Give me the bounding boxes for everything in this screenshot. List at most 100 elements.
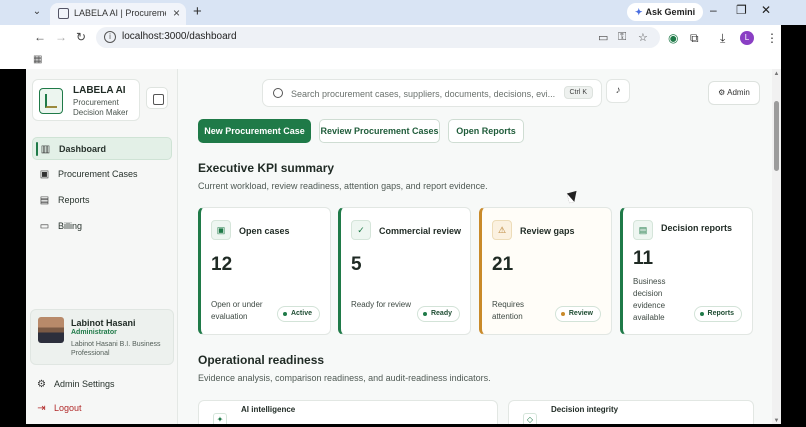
restore-icon[interactable]: ❐ [736, 3, 747, 17]
minimize-icon[interactable]: – [710, 3, 717, 17]
back-icon[interactable]: ← [34, 30, 46, 44]
ops-card-title: AI intelligence [241, 405, 296, 414]
sidebar-item-procurement-cases[interactable]: ▣ Procurement Cases [32, 163, 172, 186]
microphone-icon[interactable]: ♪ [606, 79, 630, 103]
close-window-icon[interactable]: ✕ [761, 3, 771, 17]
sidebar-item-reports[interactable]: ▤ Reports [32, 189, 172, 212]
kpi-card-review-gaps[interactable]: ⚠ Review gaps 21 Requires attention Revi… [479, 207, 612, 335]
document-icon: ▤ [633, 220, 653, 240]
ops-card-ai-intelligence[interactable]: ✦ AI intelligence [198, 400, 498, 424]
bookmarks-bar: ▦ [0, 50, 781, 69]
user-card[interactable]: Labinot Hasani Administrator Labinot Has… [30, 309, 174, 365]
kpi-value: 5 [351, 254, 362, 275]
gear-icon: ⚙ [37, 379, 46, 390]
browser-menu-icon[interactable]: ⋮ [766, 31, 778, 45]
kpi-card-decision-reports[interactable]: ▤ Decision reports 11 Business decision … [620, 207, 753, 335]
open-reports-button[interactable]: Open Reports [448, 119, 524, 143]
tab-close-icon[interactable]: × [173, 6, 180, 20]
kpi-description: Ready for review [351, 300, 412, 309]
search-shortcut-badge: Ctrl K [563, 86, 593, 99]
logout-icon: ⇥ [37, 403, 46, 414]
status-badge: Review [554, 306, 601, 322]
kpi-card-open-cases[interactable]: ▣ Open cases 12 Open or under evaluation… [198, 207, 331, 335]
scroll-up-icon[interactable]: ▲ [772, 71, 781, 77]
warning-icon: ⚠ [492, 220, 512, 240]
kpi-card-commercial-review[interactable]: ✓ Commercial review 5 Ready for review R… [338, 207, 471, 335]
scroll-thumb[interactable] [774, 101, 779, 171]
status-badge: Ready [416, 306, 460, 322]
ops-section-title: Operational readiness [198, 353, 325, 367]
bookmark-star-icon[interactable]: ☆ [638, 31, 648, 44]
status-badge: Reports [693, 306, 742, 322]
ops-card-decision-integrity[interactable]: ◇ Decision integrity [508, 400, 754, 424]
credit-card-icon: ▭ [39, 221, 50, 232]
kpi-section-title: Executive KPI summary [198, 161, 335, 175]
ask-gemini-button[interactable]: ✦ Ask Gemini [627, 3, 704, 21]
sidebar-item-label: Billing [58, 221, 83, 231]
kpi-value: 12 [211, 254, 233, 275]
sidebar-collapse-icon[interactable] [146, 87, 168, 109]
briefcase-icon: ▣ [39, 169, 50, 180]
search-input[interactable]: Search procurement cases, suppliers, doc… [262, 79, 602, 107]
browser-tab[interactable]: LABELA AI | Procurement Decis × [50, 3, 186, 25]
sidebar-item-billing[interactable]: ▭ Billing [32, 215, 172, 238]
sidebar-item-label: Procurement Cases [58, 169, 138, 179]
url-text[interactable]: localhost:3000/dashboard [122, 31, 237, 42]
gear-icon: ⚙ [718, 88, 728, 97]
kpi-description: Requires attention [492, 300, 525, 321]
brand-name: LABELA AI [73, 85, 126, 96]
user-role: Administrator [71, 329, 117, 336]
user-name: Labinot Hasani [71, 318, 136, 328]
password-key-icon[interactable]: ⚿ [618, 31, 626, 44]
scroll-down-icon[interactable]: ▼ [772, 418, 781, 424]
reload-icon[interactable]: ↻ [76, 30, 86, 44]
kpi-value: 21 [492, 254, 514, 275]
brand-block[interactable]: LABELA AI Procurement Decision Maker [32, 79, 140, 121]
admin-button[interactable]: ⚙ Admin [708, 81, 760, 105]
site-info-icon[interactable]: i [104, 31, 116, 43]
check-circle-icon: ✓ [351, 220, 371, 240]
sparkle-icon: ✦ [213, 413, 227, 424]
apps-grid-icon[interactable]: ▦ [33, 54, 42, 65]
bar-chart-icon: ▥ [40, 144, 51, 155]
logout-label: Logout [54, 403, 82, 413]
user-org: Labinot Hasani B.I. Business Professiona… [71, 341, 161, 357]
ops-card-title: Decision integrity [551, 405, 619, 414]
kpi-description: Business decision evidence available [633, 277, 666, 322]
install-app-icon[interactable]: ▭ [598, 31, 608, 44]
admin-settings-link[interactable]: ⚙ Admin Settings [36, 378, 166, 392]
logout-link[interactable]: ⇥ Logout [36, 402, 166, 416]
review-procurement-cases-button[interactable]: Review Procurement Cases [319, 119, 440, 143]
tab-search-icon[interactable]: ⌄ [30, 5, 44, 19]
admin-settings-label: Admin Settings [54, 379, 115, 389]
download-icon[interactable]: ⤓ [720, 31, 725, 46]
logo-icon [39, 88, 63, 114]
sidebar: LABELA AI Procurement Decision Maker ▥ D… [26, 69, 178, 424]
page-scrollbar[interactable]: ▲ ▼ [772, 69, 781, 424]
brand-subtitle: Procurement Decision Maker [73, 98, 129, 117]
tab-title: LABELA AI | Procurement Decis [74, 8, 166, 18]
new-procurement-case-button[interactable]: New Procurement Case [198, 119, 311, 143]
kpi-description: Open or under evaluation [211, 300, 263, 321]
extension-icon[interactable]: ◉ [668, 31, 678, 45]
gemini-icon: ✦ [635, 7, 643, 17]
kpi-value: 11 [633, 248, 654, 269]
kpi-title: Review gaps [520, 226, 575, 236]
ops-section-subtitle: Evidence analysis, comparison readiness,… [198, 373, 491, 383]
kpi-title: Commercial review [379, 226, 462, 236]
sidebar-item-label: Dashboard [59, 144, 107, 154]
forward-icon[interactable]: → [55, 30, 67, 44]
avatar [38, 317, 64, 343]
profile-avatar[interactable]: L [740, 31, 754, 45]
extensions-puzzle-icon[interactable]: ⧉ [690, 31, 699, 46]
new-tab-icon[interactable]: + [193, 3, 202, 20]
shield-icon: ◇ [523, 413, 537, 424]
address-bar[interactable]: i localhost:3000/dashboard ▭ ⚿ ☆ [96, 27, 660, 48]
sidebar-item-label: Reports [58, 195, 90, 205]
sidebar-item-dashboard[interactable]: ▥ Dashboard [32, 137, 172, 160]
kpi-title: Open cases [239, 226, 290, 236]
main-content: Search procurement cases, suppliers, doc… [179, 69, 781, 424]
briefcase-icon: ▣ [211, 220, 231, 240]
admin-label: Admin [727, 88, 750, 97]
kpi-title: Decision reports [661, 223, 733, 233]
